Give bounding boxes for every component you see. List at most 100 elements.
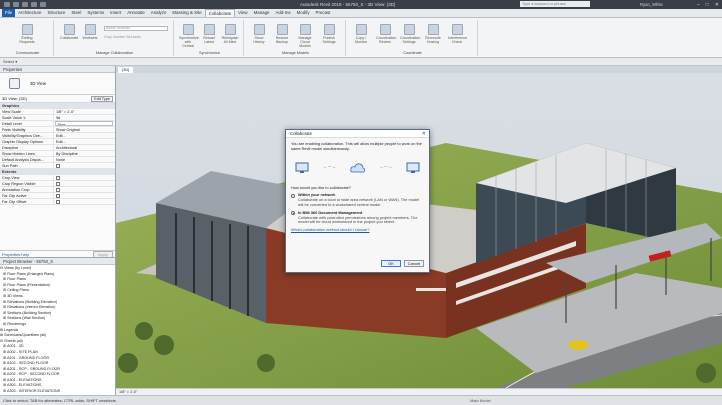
window-title: Autodesk Revit 2018 - 56750_S - 3D View:… (300, 2, 396, 7)
gray-inactive-worksets-toggle[interactable]: Gray Inactive Worksets (104, 35, 141, 39)
property-value[interactable] (54, 175, 115, 180)
reconcile-hosting-button[interactable]: Reconcile Hosting (424, 24, 442, 44)
property-value[interactable] (54, 181, 115, 186)
property-key: Show Hidden Lines (0, 151, 54, 156)
property-checkbox[interactable] (56, 188, 60, 192)
show-history-button[interactable]: Show History (250, 24, 268, 44)
property-value[interactable] (54, 199, 115, 204)
property-value[interactable]: 96 (54, 115, 115, 120)
property-value[interactable] (54, 193, 115, 198)
save-icon[interactable] (22, 2, 28, 7)
active-workset-select[interactable]: Active Workset (104, 26, 168, 31)
app-menu-icon[interactable] (4, 2, 10, 7)
3d-view-icon (9, 78, 20, 89)
copy-monitor-button[interactable]: Copy / Monitor (352, 24, 370, 44)
property-checkbox[interactable] (56, 182, 60, 186)
browser-tree-item[interactable]: ⊞ A303 - INTERIOR ELEVATIONS (0, 389, 115, 395)
synchronize-button[interactable]: Synchronize with Central (179, 24, 199, 48)
property-value[interactable]: Edit... (54, 139, 115, 144)
reload-latest-button[interactable]: Reload Latest (200, 24, 218, 44)
option-network[interactable]: Within your network Collaborate on a loc… (291, 193, 424, 207)
open-icon[interactable] (13, 2, 19, 7)
cancel-button[interactable]: Cancel (404, 260, 424, 267)
interference-check-button[interactable]: Interference Check (448, 24, 467, 44)
tab-manage[interactable]: Manage (251, 9, 273, 17)
active-model[interactable]: Main Model (470, 396, 491, 405)
tab-systems[interactable]: Systems (84, 9, 107, 17)
search-input[interactable]: Type a keyword or phrase (520, 1, 590, 7)
editing-requests-icon (21, 24, 33, 35)
property-row[interactable]: Far Clip Offset (0, 199, 115, 205)
collaboration-diagram: ←···→ ←···→ (291, 156, 424, 180)
editing-requests-button[interactable]: Editing Requests (18, 24, 36, 44)
options-bar[interactable]: Select ▾ (0, 58, 722, 66)
property-key: View Scale (0, 109, 54, 114)
property-checkbox[interactable] (56, 176, 60, 180)
ribbon-tabs: File Architecture Structure Steel Systems Ins… (0, 9, 722, 18)
user-account[interactable]: Ryan_White (640, 2, 663, 7)
relinquish-button[interactable]: Relinquish All Mine (221, 24, 239, 44)
maximize-button[interactable]: □ (706, 2, 709, 8)
tab-add-ins[interactable]: Add-Ins (272, 9, 293, 17)
property-checkbox[interactable] (56, 194, 60, 198)
tab-structure[interactable]: Structure (45, 9, 69, 17)
property-value[interactable]: 1/8" = 1'-0" (54, 109, 115, 114)
project-browser-header: Project Browser - 56750_S (0, 258, 115, 265)
property-value[interactable]: By Discipline (54, 151, 115, 156)
property-key: Graphic Display Options (0, 139, 54, 144)
tab-insert[interactable]: Insert (107, 9, 124, 17)
tab-massing-site[interactable]: Massing & Site (169, 9, 204, 17)
property-checkbox[interactable] (56, 164, 60, 168)
tab-file[interactable]: File (2, 9, 16, 17)
view-instance-select[interactable]: 3D View: {3D} (2, 96, 27, 101)
backup-icon (276, 24, 288, 35)
close-button[interactable]: ✕ (715, 2, 719, 8)
ribbon-group-manage-models: Show History Restore Backup Manage Cloud… (246, 20, 346, 56)
undo-icon[interactable] (31, 2, 37, 7)
property-value[interactable]: Show Original (54, 127, 115, 132)
manage-cloud-models-button[interactable]: Manage Cloud Models (296, 24, 314, 48)
tab-modify[interactable]: Modify (294, 9, 313, 17)
view-control-bar[interactable]: 1/8" = 1'-0" (116, 388, 722, 395)
minimize-button[interactable]: – (697, 2, 700, 8)
property-value[interactable]: Edit... (54, 133, 115, 138)
history-icon (253, 24, 265, 35)
computer-icon-2 (406, 162, 420, 173)
radio-bim360[interactable] (291, 211, 295, 216)
publish-settings-button[interactable]: Publish Settings (320, 24, 338, 44)
property-value[interactable] (54, 187, 115, 192)
dialog-close-icon[interactable]: ✕ (422, 130, 426, 138)
tab-view[interactable]: View (235, 9, 250, 17)
which-method-link[interactable]: Which collaboration method should I choo… (291, 227, 424, 233)
reload-icon (203, 24, 215, 35)
ok-button[interactable]: OK (381, 260, 401, 267)
property-checkbox[interactable] (56, 200, 60, 204)
tab-steel[interactable]: Steel (68, 9, 84, 17)
ribbon-group-coordinate: Copy / Monitor Coordination Review Coord… (348, 20, 478, 56)
properties-help-link[interactable]: Properties help (2, 252, 29, 257)
settings-icon (403, 24, 415, 35)
tab-architecture[interactable]: Architecture (15, 9, 44, 17)
property-value[interactable]: Fine (55, 121, 113, 126)
tab-annotate[interactable]: Annotate (124, 9, 148, 17)
coordination-settings-button[interactable]: Coordination Settings (400, 24, 420, 44)
collaborate-button[interactable]: Collaborate (60, 24, 78, 40)
property-value[interactable]: None (54, 157, 115, 162)
restore-backup-button[interactable]: Restore Backup (273, 24, 291, 44)
tab-analyze[interactable]: Analyze (148, 9, 170, 17)
option-bim360[interactable]: In BIM 360 Document Management Collabora… (291, 210, 424, 225)
computer-icon (295, 162, 309, 173)
type-selector[interactable]: 3D View (0, 73, 115, 95)
property-value[interactable]: Architectural (54, 145, 115, 150)
redo-icon[interactable] (40, 2, 46, 7)
worksets-button[interactable]: Worksets (81, 24, 99, 40)
ribbon-panel: Editing Requests Communicate Collaborate… (0, 18, 722, 58)
property-value[interactable] (54, 163, 115, 168)
coordination-review-button[interactable]: Coordination Review (376, 24, 396, 44)
worksets-icon (84, 24, 96, 35)
radio-network[interactable] (291, 193, 295, 198)
tab-precast[interactable]: Precast (313, 9, 334, 17)
edit-type-button[interactable]: Edit Type (91, 95, 113, 102)
dialog-title: Collaborate (290, 131, 312, 136)
tab-collaborate[interactable]: Collaborate (204, 9, 236, 17)
